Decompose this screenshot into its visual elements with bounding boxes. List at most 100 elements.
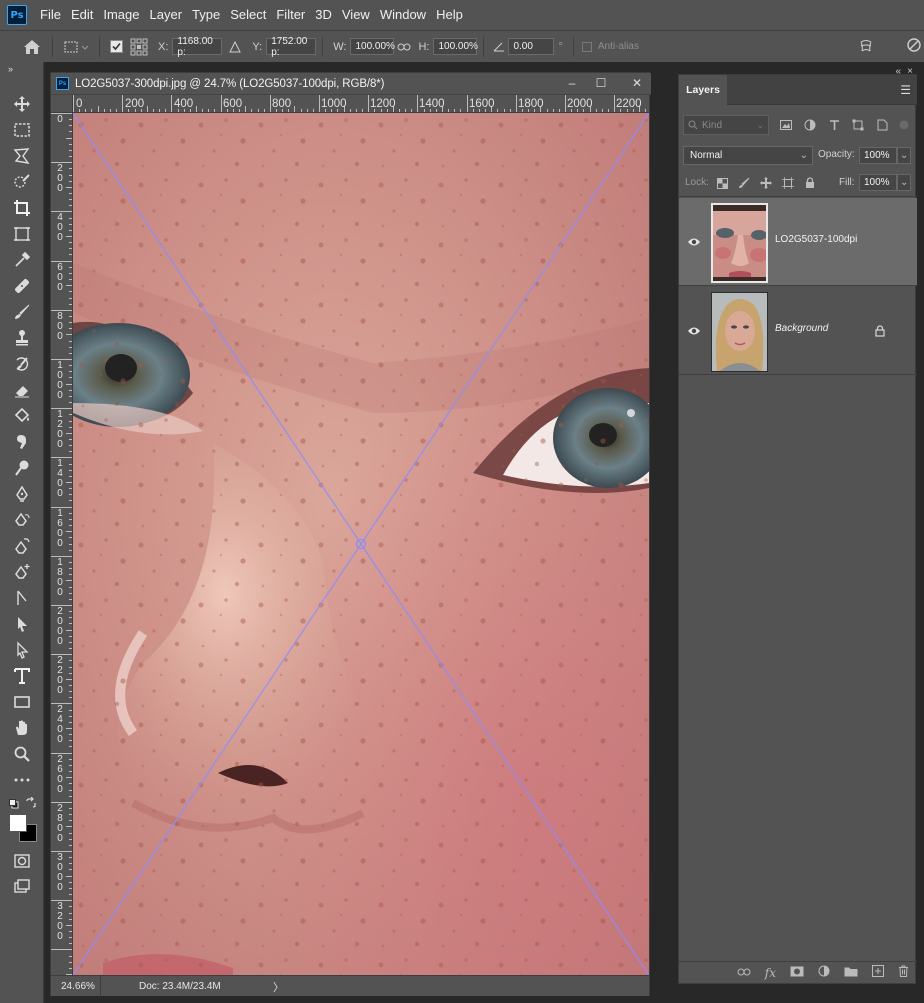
status-menu-arrow-icon[interactable]: 〉 [273, 979, 284, 995]
add-anchor-point-tool-icon[interactable] [7, 561, 37, 583]
shape-layer-filter-icon[interactable] [851, 118, 865, 132]
smart-object-filter-icon[interactable] [875, 118, 889, 132]
blend-mode-dropdown[interactable]: Normal ⌄ [683, 146, 813, 165]
rectangle-tool-icon[interactable] [7, 691, 37, 713]
lock-all-icon[interactable] [803, 176, 817, 190]
arrow-selection-tool-icon[interactable] [7, 639, 37, 661]
expand-toolbar-icon[interactable]: » [8, 64, 13, 74]
filter-toggle-icon[interactable] [897, 118, 911, 132]
add-mask-icon[interactable] [790, 966, 804, 980]
lock-image-pixels-icon[interactable] [737, 176, 751, 190]
maximize-button[interactable]: ☐ [588, 73, 614, 93]
x-position-field[interactable]: 1168.00 p: [172, 36, 223, 58]
default-colors-icon[interactable] [9, 798, 19, 809]
menu-select[interactable]: Select [225, 0, 271, 30]
vertical-ruler[interactable]: 0 200 400 600 800 1000 1200 1400 1600 1800 2000 220… [51, 113, 73, 975]
link-layers-icon[interactable] [737, 967, 751, 979]
close-document-button[interactable]: ✕ [624, 73, 650, 93]
menu-type[interactable]: Type [187, 0, 225, 30]
quick-selection-tool-icon[interactable] [7, 171, 37, 193]
height-scale-field[interactable]: 100.00% [433, 38, 478, 55]
adjustment-layer-filter-icon[interactable] [803, 118, 817, 132]
hand-tool-icon[interactable] [7, 717, 37, 739]
layer-row-selected[interactable]: LO2G5037-100dpi [679, 198, 917, 286]
lasso-tool-icon[interactable] [7, 145, 37, 167]
y-position-field[interactable]: 1752.00 p: [266, 36, 317, 58]
quick-mask-icon[interactable] [7, 850, 37, 872]
relative-position-icon[interactable] [222, 40, 248, 53]
new-group-folder-icon[interactable] [844, 966, 858, 980]
lock-transparent-pixels-icon[interactable] [715, 176, 729, 190]
dodge-tool-icon[interactable] [7, 457, 37, 479]
frame-tool-icon[interactable] [7, 223, 37, 245]
pen-tool-icon[interactable] [7, 483, 37, 505]
screen-mode-icon[interactable] [7, 876, 37, 898]
home-icon[interactable] [18, 39, 46, 55]
panel-menu-icon[interactable]: ☰ [900, 83, 911, 97]
menu-window[interactable]: Window [375, 0, 431, 30]
smudge-tool-icon[interactable] [7, 431, 37, 453]
brush-tool-icon[interactable] [7, 301, 37, 323]
layer-thumbnail[interactable] [711, 203, 768, 283]
direct-selection-tool-icon[interactable] [7, 613, 37, 635]
cancel-transform-icon[interactable] [904, 38, 924, 52]
reference-point-locator-icon[interactable] [126, 38, 152, 56]
reference-point-checkbox[interactable] [106, 40, 126, 53]
lock-artboard-icon[interactable] [781, 176, 795, 190]
document-tab[interactable]: Ps LO2G5037-300dpi.jpg @ 24.7% (LO2G5037… [51, 73, 651, 95]
image-canvas[interactable] [73, 113, 649, 975]
layer-visibility-eye-icon[interactable] [687, 236, 701, 246]
horizontal-ruler[interactable]: 0 200 400 600 800 1000 1200 1400 1600 18… [73, 95, 649, 113]
type-tool-icon[interactable] [7, 665, 37, 687]
ruler-origin[interactable] [51, 95, 73, 113]
menu-filter[interactable]: Filter [271, 0, 310, 30]
foreground-color-swatch[interactable] [9, 814, 27, 832]
swap-colors-icon[interactable] [25, 796, 37, 809]
fill-dropdown-icon[interactable]: ⌄ [897, 174, 911, 191]
width-scale-field[interactable]: 100.00% [350, 38, 395, 55]
menu-edit[interactable]: Edit [66, 0, 98, 30]
antialias-checkbox[interactable] [580, 41, 594, 52]
lock-position-icon[interactable] [759, 176, 773, 190]
warp-mode-icon[interactable] [856, 38, 876, 54]
rectangular-marquee-tool-icon[interactable] [7, 119, 37, 141]
layer-style-fx-icon[interactable]: fx [765, 966, 776, 980]
eyedropper-tool-icon[interactable] [7, 249, 37, 271]
zoom-level-field[interactable]: 24.66% [51, 975, 101, 997]
new-layer-icon[interactable] [872, 965, 884, 980]
minimize-button[interactable]: ‒ [559, 73, 585, 93]
clone-stamp-tool-icon[interactable] [7, 327, 37, 349]
link-icon[interactable] [394, 43, 414, 51]
document-size-info[interactable]: Doc: 23.4M/23.4M [139, 981, 221, 992]
history-brush-tool-icon[interactable] [7, 353, 37, 375]
crop-tool-icon[interactable] [7, 197, 37, 219]
opacity-dropdown-icon[interactable]: ⌄ [897, 147, 911, 164]
path-selection-tool-icon[interactable] [7, 587, 37, 609]
more-tools-icon[interactable] [7, 769, 37, 791]
opacity-field[interactable]: 100% [859, 147, 897, 164]
layer-row-background[interactable]: Background [679, 287, 917, 375]
zoom-tool-icon[interactable] [7, 743, 37, 765]
fill-field[interactable]: 100% [859, 174, 897, 191]
layer-thumbnail[interactable] [711, 292, 768, 372]
eraser-tool-icon[interactable] [7, 379, 37, 401]
healing-brush-tool-icon[interactable] [7, 275, 37, 297]
delete-layer-trash-icon[interactable] [898, 965, 909, 980]
pixel-layer-filter-icon[interactable] [779, 118, 793, 132]
menu-3d[interactable]: 3D [310, 0, 337, 30]
paint-bucket-tool-icon[interactable] [7, 405, 37, 427]
layers-tab[interactable]: Layers [679, 75, 727, 105]
adjustment-layer-icon[interactable] [818, 965, 830, 980]
rotation-angle-field[interactable]: 0.00 [508, 38, 555, 55]
menu-image[interactable]: Image [98, 0, 144, 30]
layer-lock-icon[interactable] [875, 325, 885, 340]
menu-layer[interactable]: Layer [145, 0, 188, 30]
menu-file[interactable]: File [35, 0, 66, 30]
move-tool-icon[interactable] [7, 93, 37, 115]
menu-help[interactable]: Help [431, 0, 468, 30]
layer-kind-filter[interactable]: Kind ⌄ [683, 115, 769, 135]
type-layer-filter-icon[interactable] [827, 118, 841, 132]
layer-visibility-eye-icon[interactable] [687, 325, 701, 335]
curvature-pen-tool-icon[interactable] [7, 535, 37, 557]
menu-view[interactable]: View [337, 0, 375, 30]
